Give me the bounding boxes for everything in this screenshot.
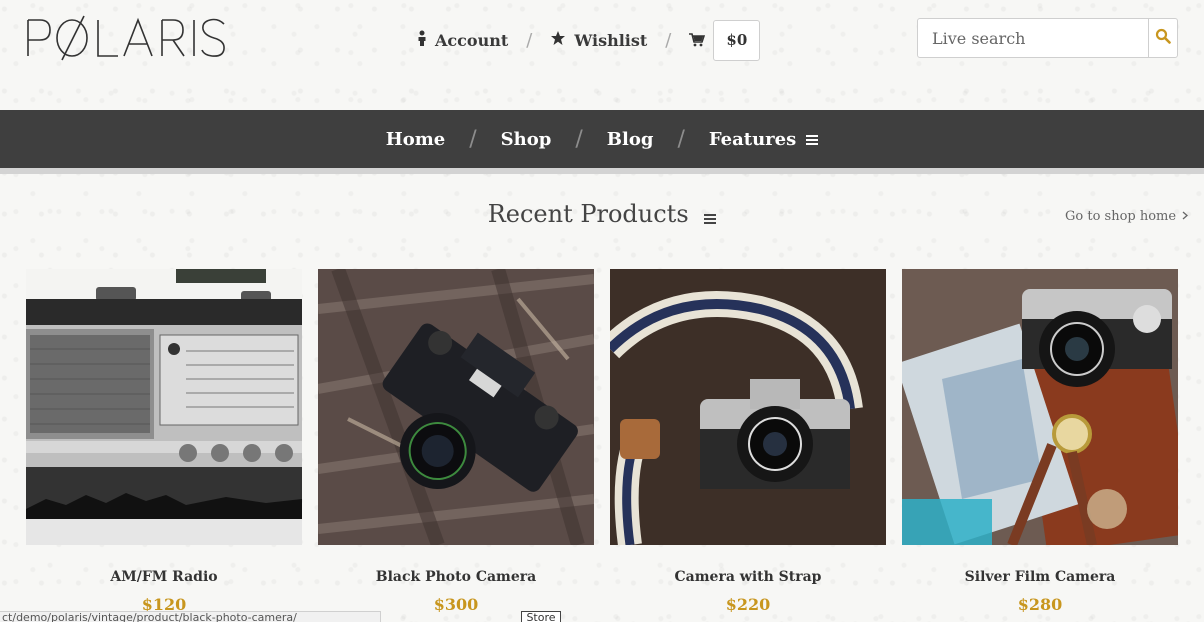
- logo-image: [27, 15, 225, 61]
- header-links: Account / Wishlist / $0: [417, 19, 761, 61]
- nav-separator: /: [575, 126, 583, 152]
- hamburger-icon[interactable]: [704, 202, 717, 230]
- person-icon: [417, 30, 427, 50]
- section-title: Recent Products: [0, 200, 1204, 230]
- nav-item-label: Home: [385, 128, 446, 150]
- nav-underline: [0, 168, 1204, 174]
- product-card: Silver Film Camera $280: [902, 269, 1178, 614]
- main-nav: Home / Shop / Blog / Features: [0, 110, 1204, 168]
- product-image-black-camera[interactable]: [318, 269, 594, 545]
- tooltip: Store: [521, 611, 561, 622]
- search-input[interactable]: [918, 19, 1148, 57]
- status-url: ct/demo/polaris/vintage/product/black-ph…: [2, 611, 297, 622]
- product-name[interactable]: AM/FM Radio: [26, 569, 302, 585]
- nav-item-label: Features: [708, 128, 797, 150]
- separator: /: [526, 29, 533, 51]
- nav-separator: /: [469, 126, 477, 152]
- product-name[interactable]: Black Photo Camera: [318, 569, 594, 585]
- product-image-camera-strap[interactable]: [610, 269, 886, 545]
- product-name[interactable]: Camera with Strap: [610, 569, 886, 585]
- nav-item-home[interactable]: Home: [386, 129, 446, 150]
- product-price: $280: [1017, 595, 1063, 614]
- chevron-right-icon: [1182, 209, 1189, 224]
- wishlist-label: Wishlist: [574, 30, 648, 50]
- section-title-text: Recent Products: [487, 200, 689, 228]
- product-image-silver-camera[interactable]: [902, 269, 1178, 545]
- go-to-shop-home-link[interactable]: Go to shop home: [1065, 209, 1189, 224]
- product-price: $220: [725, 595, 771, 614]
- nav-item-blog[interactable]: Blog: [607, 129, 654, 150]
- product-card: AM/FM Radio $120: [26, 269, 302, 614]
- separator: /: [665, 29, 672, 51]
- nav-separator: /: [677, 126, 685, 152]
- link-status-bar: ct/demo/polaris/vintage/product/black-ph…: [0, 611, 381, 622]
- star-icon: [550, 30, 566, 50]
- cart-icon[interactable]: [689, 33, 706, 47]
- cart-total-button[interactable]: $0: [713, 19, 761, 61]
- cart-total: $0: [726, 31, 748, 49]
- nav-item-label: Blog: [606, 128, 654, 150]
- nav-item-shop[interactable]: Shop: [501, 129, 552, 150]
- search-button[interactable]: [1148, 19, 1177, 57]
- nav-item-label: Shop: [500, 128, 552, 150]
- hamburger-icon: [806, 129, 819, 150]
- account-link[interactable]: Account: [417, 30, 508, 50]
- search-icon: [1155, 28, 1171, 48]
- shop-home-label: Go to shop home: [1065, 209, 1177, 224]
- live-search: [917, 18, 1178, 58]
- product-card: Black Photo Camera $300: [318, 269, 594, 614]
- wishlist-link[interactable]: Wishlist: [550, 30, 647, 50]
- product-name[interactable]: Silver Film Camera: [902, 569, 1178, 585]
- account-label: Account: [435, 30, 509, 50]
- product-card: Camera with Strap $220: [610, 269, 886, 614]
- tooltip-text: Store: [526, 611, 556, 622]
- polaris-logo[interactable]: [26, 14, 230, 62]
- nav-item-features[interactable]: Features: [708, 128, 819, 150]
- product-image-radio[interactable]: [26, 269, 302, 545]
